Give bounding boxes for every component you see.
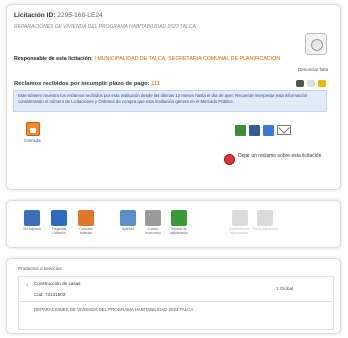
precio-adjudicado-icon [257, 210, 273, 226]
resolucion-adjudicacion-label: Resolución de adjudicación [228, 227, 250, 235]
reclamos-count[interactable]: 111 [151, 81, 160, 87]
reclamos-line: Reclamos recibidos por incumplir plazo d… [14, 81, 160, 87]
dejar-reclamo-link[interactable]: Dejar un reclamo sobre esta licitación [238, 153, 328, 159]
resolucion-adjudicacion-icon [232, 210, 248, 226]
responsable-line: Responsable de esta licitación: I MUNICI… [14, 56, 284, 63]
precio-adjudicado-label: Precio adjudicado [252, 227, 278, 231]
twitter-icon[interactable] [263, 125, 274, 136]
facebook-icon[interactable] [249, 125, 260, 136]
responsable-label: Responsable de esta licitación: [14, 56, 93, 62]
apertura-label[interactable]: Apertura [115, 227, 141, 232]
product-index: 1 [26, 282, 29, 287]
email-icon[interactable] [277, 125, 291, 135]
consultar-label[interactable]: Consultar licitación [73, 227, 99, 236]
product-code: Cod: 72131502 [34, 292, 66, 297]
informe-adjudicacion-label[interactable]: Informe de adjudicación [166, 227, 192, 236]
denunciar-falta-label[interactable]: Denunciar falta [286, 67, 340, 72]
reclamos-notice: Este número muestra los reclamos recibid… [13, 90, 327, 112]
licitacion-id-label: Licitación ID: [14, 12, 56, 19]
responsable-value[interactable]: I MUNICIPALIDAD DE TALCA, SECRETARIA COM… [94, 56, 280, 62]
ver-adjuntos-icon[interactable] [24, 210, 40, 226]
products-title: Productos o servicios [18, 266, 62, 271]
product-name: Construcción de casas [34, 281, 81, 286]
cuadro-economico-icon[interactable] [145, 210, 161, 226]
denuncia-icon[interactable] [296, 80, 304, 87]
reclamos-label: Reclamos recibidos por incumplir plazo d… [14, 81, 150, 87]
licitacion-id-heading: Licitación ID: 2295-168-LE24 [14, 12, 103, 19]
preguntas-label[interactable]: Preguntas Licitación [46, 227, 72, 236]
denuncia-icons [296, 74, 336, 87]
apertura-icon[interactable] [120, 210, 136, 226]
ver-adjuntos-label[interactable]: Ver adjuntos [19, 227, 45, 232]
licitacion-id-value: 2295-168-LE24 [57, 12, 103, 19]
consultar-icon[interactable] [78, 210, 94, 226]
reclamo-icon[interactable] [224, 154, 235, 165]
chile-icon [307, 80, 315, 87]
licitacion-name: REPARACIONES DE VIVIENDA DEL PROGRAMA HA… [14, 24, 196, 30]
preguntas-icon[interactable] [51, 210, 67, 226]
cuadro-economico-label[interactable]: Cuadro económico [140, 227, 166, 236]
estado-cerrada-label: Cerrada [24, 138, 41, 143]
share-green-icon[interactable] [235, 125, 246, 136]
product-quantity: 1 Global [276, 286, 294, 291]
estado-cerrada-icon [26, 122, 40, 136]
informe-adjudicacion-icon[interactable] [171, 210, 187, 226]
product-description: REPARACIONES DE VIVIENDA DEL PROGRAMA HA… [34, 307, 194, 312]
institution-logo [305, 33, 327, 55]
warning-icon [318, 80, 326, 87]
